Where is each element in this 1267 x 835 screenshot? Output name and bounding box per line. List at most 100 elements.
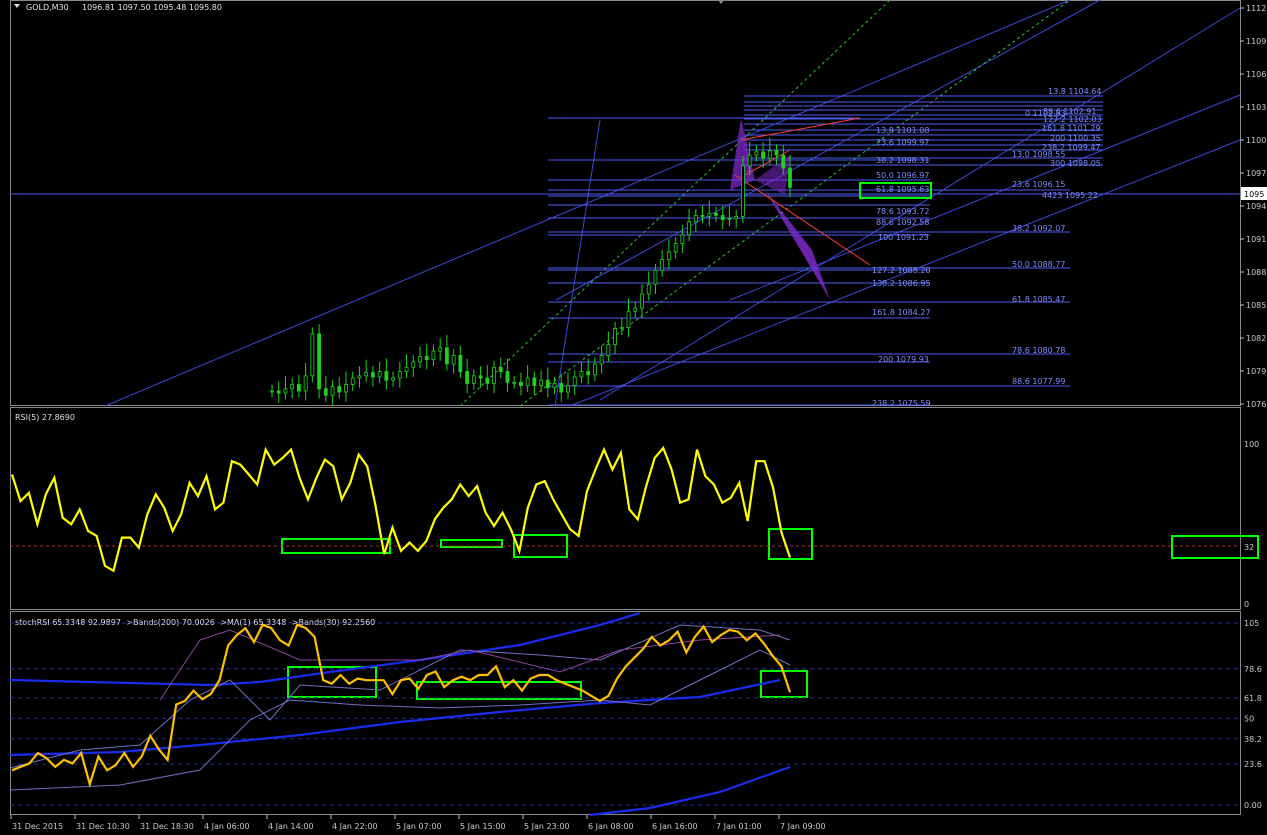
price-tick-label: 1076 <box>1246 400 1266 409</box>
candle-body <box>492 366 496 384</box>
price-tick-label: 1094 <box>1246 202 1266 211</box>
candle-body <box>357 375 362 379</box>
candle-body <box>485 377 490 384</box>
candle-body <box>397 371 402 379</box>
price-tick-label: 1091 <box>1246 235 1266 244</box>
candle-body <box>774 150 779 156</box>
price-tick-label: 1088 <box>1246 268 1266 277</box>
candle-body <box>532 377 537 386</box>
fib-label: 88.6 1077.99 <box>1012 377 1065 386</box>
price-tick-label: 1085 <box>1246 301 1266 310</box>
candle-body <box>411 361 416 368</box>
candle-body <box>593 363 597 376</box>
fib-label: 13.8 1104.64 <box>1048 87 1101 96</box>
fib-label: 61.8 1085.47 <box>1012 295 1065 304</box>
candle-body <box>788 167 792 188</box>
stoch-axis-label: 61.8 <box>1244 694 1262 703</box>
time-tick-label: 4 Jan 14:00 <box>268 822 314 831</box>
stoch-axis-label: 50 <box>1244 714 1254 723</box>
candle-body <box>646 283 651 295</box>
stoch-axis-label: 105 <box>1244 619 1259 628</box>
candle-body <box>761 151 765 159</box>
rsi-title: RSI(5) 27.8690 <box>15 413 75 422</box>
fib-label: 300 1098.05 <box>1050 159 1101 168</box>
candle-body <box>498 366 503 372</box>
fib-label: 38.2 1092.07 <box>1012 224 1065 233</box>
fib-label: 13.0 1098.55 <box>1012 150 1065 159</box>
current-price-label: 1095 <box>1244 190 1264 199</box>
time-tick-label: 6 Jan 16:00 <box>652 822 698 831</box>
candle-body <box>350 377 355 385</box>
fib-label: 50.0 1088.77 <box>1012 260 1065 269</box>
fib-label: 38.2 1098.31 <box>876 156 929 165</box>
candle-body <box>653 269 658 285</box>
candle-body <box>303 375 308 392</box>
candle-body <box>660 259 665 271</box>
candle-body <box>633 307 638 312</box>
candle-body <box>626 310 631 328</box>
candle-body <box>276 390 281 394</box>
candle-body <box>687 221 691 236</box>
fib-label: 78.6 1093.72 <box>876 207 929 216</box>
rsi-axis-100: 100 <box>1244 440 1259 449</box>
fib-label: 127.2 1102.03 <box>1043 115 1102 124</box>
candle-body <box>391 377 395 381</box>
candle-body <box>438 347 443 352</box>
candle-body <box>640 293 644 309</box>
time-tick-label: 5 Jan 15:00 <box>460 822 506 831</box>
candle-body <box>727 218 732 221</box>
price-tick-label: 1103 <box>1246 103 1266 112</box>
fib-label: 161.8 1084.27 <box>872 308 931 317</box>
candle-body <box>545 379 550 389</box>
fib-label: 127.2 1088.20 <box>872 266 931 275</box>
candle-body <box>525 377 530 386</box>
candle-body <box>512 381 517 384</box>
time-tick-label: 5 Jan 23:00 <box>524 822 570 831</box>
fib-label: 13.8 1101.08 <box>876 126 929 135</box>
trading-chart[interactable]: GOLD,M30 1096.81 1097.50 1095.48 1095.80… <box>0 0 1267 835</box>
candle-body <box>478 375 483 379</box>
fib-label: 23.6 1099.97 <box>876 138 929 147</box>
price-tick-label: 1097 <box>1246 169 1266 178</box>
candle-body <box>364 372 369 377</box>
fib-label: 238.2 1075.59 <box>872 399 931 408</box>
candle-body <box>552 382 557 389</box>
candle-body <box>317 333 321 390</box>
fib-label: 138.2 1086.95 <box>872 279 931 288</box>
fib-label: 161.8 1101.29 <box>1042 124 1101 133</box>
candle-body <box>539 379 543 386</box>
candle-body <box>707 212 712 217</box>
candle-body <box>720 214 725 221</box>
candle-body <box>606 344 611 356</box>
candle-body <box>599 354 604 365</box>
stoch-axis-label: 78.6 <box>1244 665 1262 674</box>
fib-label: 100 1091.23 <box>878 233 929 242</box>
candle-body <box>451 354 456 365</box>
candle-body <box>458 354 463 372</box>
candle-body <box>471 375 476 384</box>
candle-body <box>700 214 705 217</box>
chart-ohlc: 1096.81 1097.50 1095.48 1095.80 <box>82 3 222 12</box>
candle-body <box>714 212 718 216</box>
candle-body <box>741 165 745 217</box>
candle-body <box>337 386 342 393</box>
chart-symbol: GOLD,M30 <box>26 3 69 12</box>
candle-body <box>445 347 449 365</box>
candle-body <box>613 328 617 346</box>
price-tick-label: 1082 <box>1246 334 1266 343</box>
stoch-axis-label: 23.6 <box>1244 760 1262 769</box>
fib-label: 78.6 1080.78 <box>1012 346 1065 355</box>
time-tick-label: 31 Dec 10:30 <box>76 822 130 831</box>
time-tick-label: 6 Jan 08:00 <box>588 822 634 831</box>
candle-body <box>323 388 328 396</box>
candle-body <box>734 216 739 220</box>
fib-label: 61.8 1095.63 <box>876 185 929 194</box>
candle-body <box>270 390 274 393</box>
fib-label: 23.6 1096.15 <box>1012 180 1065 189</box>
candle-body <box>673 242 678 253</box>
candle-body <box>404 366 409 372</box>
time-tick-label: 31 Dec 2015 <box>12 822 63 831</box>
time-tick-label: 4 Jan 06:00 <box>204 822 250 831</box>
candle-body <box>619 326 624 329</box>
fib-label: 88.6 1092.58 <box>876 218 929 227</box>
